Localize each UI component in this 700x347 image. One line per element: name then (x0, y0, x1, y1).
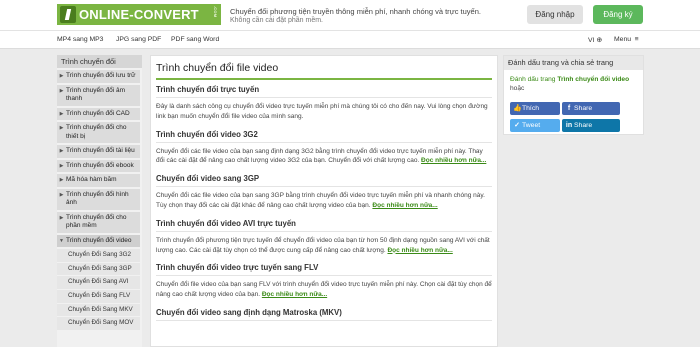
read-more-link[interactable]: Đọc nhiều hơn nữa... (421, 157, 486, 164)
chevron-right-icon: ▶ (59, 177, 64, 183)
nav-link-pdf-word[interactable]: PDF sang Word (171, 36, 219, 43)
section-text: Trình chuyển đổi phương tiện trực tuyến … (156, 236, 492, 256)
sidebar-item-label: Trình chuyển đổi lưu trữ (66, 72, 136, 79)
menu-label: Menu (614, 36, 632, 43)
sidebar-subitem-flv[interactable]: Chuyển Đổi Sang FLV (57, 290, 140, 303)
facebook-share-button[interactable]: f Share (562, 102, 620, 115)
sidebar-item-document[interactable]: ▶ Trình chuyển đổi tài liệu (57, 145, 140, 158)
section-body: Đây là danh sách công cụ chuyển đổi vide… (156, 103, 488, 120)
facebook-like-label: Thích (522, 105, 539, 112)
sidebar-item-label: Mã hóa hàm băm (66, 176, 117, 183)
sidebar-item-archive[interactable]: ▶ Trình chuyển đổi lưu trữ (57, 70, 140, 83)
logo-text: ONLINE-CONVERT (79, 7, 199, 22)
section-online-converter: Trình chuyển đổi trực tuyến Đây là danh … (156, 85, 492, 122)
language-code: VI (588, 37, 595, 44)
sidebar-item-cad[interactable]: ▶ Trình chuyển đổi CAD (57, 107, 140, 120)
read-more-link[interactable]: Đọc nhiều hơn nữa... (262, 291, 327, 298)
sidebar-item-label: Trình chuyển đổi cho thiết bị (66, 124, 127, 140)
sidebar-title: Trình chuyển đổi (57, 55, 142, 68)
read-more-link[interactable]: Đọc nhiều hơn nữa... (387, 247, 452, 254)
sidebar-item-label: Trình chuyển đổi video (66, 236, 132, 244)
section-heading[interactable]: Trình chuyển đổi video trực tuyến sang F… (156, 263, 492, 277)
sidebar-item-label: Trình chuyển đổi tài liệu (66, 147, 135, 154)
main-content: Trình chuyển đổi file video Trình chuyển… (150, 55, 498, 347)
linkedin-icon: in (565, 122, 573, 129)
read-more-link[interactable]: Đọc nhiều hơn nữa... (372, 202, 437, 209)
signup-button[interactable]: Đăng ký (593, 5, 643, 24)
tweet-label: Tweet (522, 122, 541, 129)
chevron-right-icon: ▶ (59, 110, 64, 117)
section-heading[interactable]: Chuyển đổi video sang 3GP (156, 174, 492, 188)
sidebar-item-software[interactable]: ▶ Trình chuyển đổi cho phần mềm (57, 211, 140, 233)
hamburger-icon: ≡ (632, 36, 639, 43)
sidebar-subitem-mov[interactable]: Chuyển Đổi Sang MOV (57, 317, 140, 331)
tweet-button[interactable]: ✓ Tweet (510, 119, 560, 132)
bookmark-link[interactable]: Trình chuyển đổi video (557, 76, 629, 83)
login-button[interactable]: Đăng nhập (527, 5, 583, 24)
section-3g2: Trình chuyển đổi video 3G2 Chuyển đổi cá… (156, 130, 492, 167)
top-header: ONLINE-CONVERT .COM Chuyển đổi phương ti… (0, 0, 700, 30)
section-flv: Trình chuyển đổi video trực tuyến sang F… (156, 263, 492, 300)
bookmark-share-box: Đánh dấu trang và chia sẻ trang Đánh dấu… (503, 55, 644, 135)
section-text: Chuyển đổi các file video của bạn sang 3… (156, 191, 492, 211)
section-3gp: Chuyển đổi video sang 3GP Chuyển đổi các… (156, 174, 492, 211)
section-text: Chuyển đổi các file video của bạn sang đ… (156, 147, 492, 167)
chevron-right-icon: ▶ (59, 162, 64, 169)
sidebar-item-label: Trình chuyển đổi hình ảnh (66, 190, 129, 207)
sidebar-subitem-3gp[interactable]: Chuyển Đổi Sang 3GP (57, 262, 140, 276)
section-heading[interactable]: Trình chuyển đổi video AVI trực tuyến (156, 219, 492, 232)
linkedin-share-label: Share (574, 122, 593, 129)
section-text: Đây là danh sách công cụ chuyển đổi vide… (156, 102, 492, 122)
site-tagline-sub: Không cần cài đặt phần mềm. (230, 17, 324, 24)
sidebar-subitem-mkv[interactable]: Chuyển Đổi Sang MKV (57, 303, 140, 317)
chevron-right-icon: ▶ (59, 73, 64, 79)
sidebar-item-label: Trình chuyển đổi ebook (66, 161, 134, 169)
facebook-share-label: Share (574, 105, 593, 112)
facebook-icon: f (567, 105, 571, 112)
bookmark-text: Đánh dấu trang Trình chuyển đổi video ho… (504, 70, 643, 93)
chevron-right-icon: ▶ (59, 191, 64, 198)
sidebar-item-device[interactable]: ▶ Trình chuyển đổi cho thiết bị (57, 122, 140, 143)
quick-nav-bar: MP4 sang MP3 JPG sang PDF PDF sang Word … (0, 30, 700, 49)
bookmark-title: Đánh dấu trang và chia sẻ trang (504, 56, 643, 70)
bookmark-suffix: hoặc (510, 85, 525, 92)
section-mkv: Chuyển đổi video sang định dạng Matroska… (156, 308, 492, 321)
thumbs-up-icon: 👍 (513, 105, 522, 112)
sidebar-item-image[interactable]: ▶ Trình chuyển đổi hình ảnh (57, 188, 140, 210)
section-heading[interactable]: Chuyển đổi video sang định dạng Matroska… (156, 308, 492, 321)
page-title: Trình chuyển đổi file video (156, 60, 492, 80)
chevron-down-icon: ▼ (59, 237, 64, 244)
sidebar-item-hash[interactable]: ▶ Mã hóa hàm băm (57, 174, 140, 187)
chevron-right-icon: ▶ (59, 125, 64, 131)
logo-suffix: .COM (213, 6, 218, 18)
language-selector[interactable]: VI ⊕ (588, 36, 602, 44)
sidebar-item-audio[interactable]: ▶ Trình chuyển đổi âm thanh (57, 84, 140, 106)
chevron-right-icon: ▶ (59, 214, 64, 221)
sidebar-item-label: Trình chuyển đổi CAD (66, 109, 130, 117)
site-logo[interactable]: ONLINE-CONVERT .COM (57, 4, 221, 25)
linkedin-share-button[interactable]: in Share (562, 119, 620, 132)
bookmark-prefix: Đánh dấu trang (510, 76, 556, 83)
logo-icon (60, 6, 76, 23)
sidebar-item-video[interactable]: ▼ Trình chuyển đổi video (57, 234, 140, 247)
nav-link-jpg-pdf[interactable]: JPG sang PDF (116, 36, 161, 43)
section-heading[interactable]: Trình chuyển đổi video 3G2 (156, 130, 492, 143)
chevron-right-icon: ▶ (59, 148, 64, 154)
chevron-right-icon: ▶ (59, 87, 64, 94)
converter-sidebar: Trình chuyển đổi ▶ Trình chuyển đổi lưu … (57, 55, 142, 347)
twitter-icon: ✓ (514, 122, 520, 129)
sidebar-subitem-avi[interactable]: Chuyển Đổi Sang AVI (57, 276, 140, 290)
sidebar-item-ebook[interactable]: ▶ Trình chuyển đổi ebook (57, 159, 140, 172)
sidebar-subitem-3g2[interactable]: Chuyển Đổi Sang 3G2 (57, 249, 140, 262)
facebook-like-button[interactable]: 👍 Thích (510, 102, 560, 115)
nav-link-mp4-mp3[interactable]: MP4 sang MP3 (57, 36, 103, 43)
menu-toggle[interactable]: Menu ≡ (614, 36, 639, 43)
site-tagline: Chuyển đổi phương tiện truyền thông miễn… (230, 7, 481, 16)
section-text: Chuyển đổi file video của bạn sang FLV v… (156, 280, 492, 300)
globe-icon: ⊕ (596, 37, 603, 44)
sidebar-item-label: Trình chuyển đổi âm thanh (66, 86, 126, 103)
section-avi: Trình chuyển đổi video AVI trực tuyến Tr… (156, 219, 492, 256)
section-heading: Trình chuyển đổi trực tuyến (156, 85, 492, 98)
sidebar-item-label: Trình chuyển đổi cho phần mềm (66, 213, 127, 230)
